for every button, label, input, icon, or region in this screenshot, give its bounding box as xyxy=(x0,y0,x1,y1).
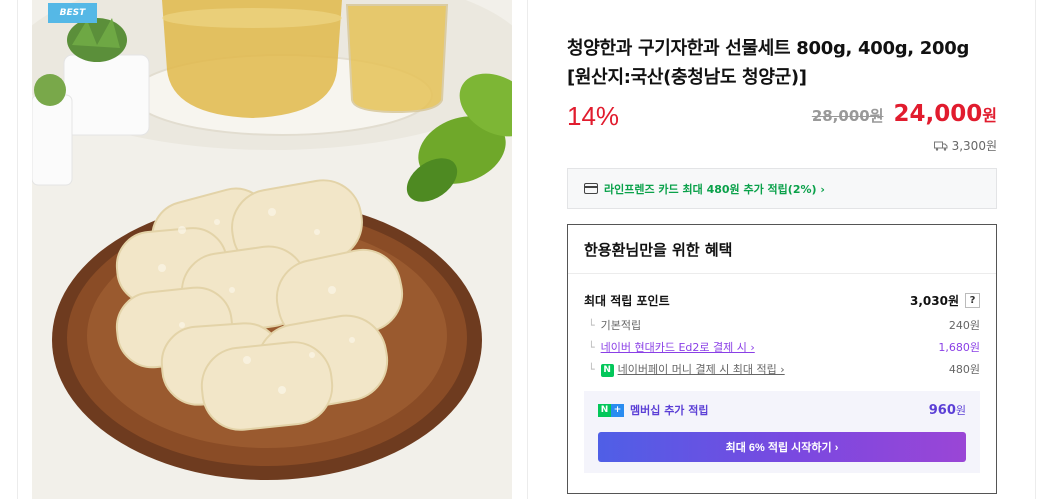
membership-box: N + 멤버십 추가 적립 960원 최대 6% 적립 시작하기 › xyxy=(584,391,980,473)
original-price: 28,000원 xyxy=(811,107,884,125)
points-row-card[interactable]: └ 네이버 현대카드 Ed2로 결제 시 › 1,680원 xyxy=(584,339,980,355)
npay-link[interactable]: 네이버페이 머니 결제 시 최대 적립 › xyxy=(618,363,785,376)
max-points-value: 3,030원 xyxy=(910,294,959,308)
branch-icon: └ xyxy=(588,363,595,376)
benefit-heading: 한용환님만을 위한 혜택 xyxy=(568,225,996,274)
max-points-label: 최대 적립 포인트 xyxy=(584,294,670,308)
product-photo xyxy=(32,0,512,499)
points-row-value: 480원 xyxy=(948,363,980,376)
points-row-basic: └ 기본적립 240원 xyxy=(584,317,980,333)
divider xyxy=(527,0,528,499)
hyundai-card-link[interactable]: 네이버 현대카드 Ed2로 결제 시 › xyxy=(601,341,755,354)
help-icon[interactable]: ? xyxy=(965,293,980,308)
membership-amount-unit: 원 xyxy=(955,404,966,417)
branch-icon: └ xyxy=(588,319,595,332)
npay-icon: N xyxy=(600,363,614,377)
discount-rate: 14% xyxy=(567,101,620,131)
truck-icon xyxy=(933,141,948,151)
points-row-value: 240원 xyxy=(948,319,980,332)
membership-label: 멤버십 추가 적립 xyxy=(630,404,709,417)
points-row-value: 1,680원 xyxy=(938,341,980,354)
branch-icon: └ xyxy=(588,341,595,354)
benefit-box: 한용환님만을 위한 혜택 최대 적립 포인트 3,030원 ? └ 기본적립 24… xyxy=(567,224,997,494)
credit-card-icon xyxy=(584,183,598,194)
shipping-fee: 3,300원 xyxy=(933,137,997,154)
sale-price: 24,000원 xyxy=(894,101,998,127)
best-badge: BEST xyxy=(48,3,97,23)
membership-amount-value: 960 xyxy=(928,403,956,418)
naver-plus-icon: N + xyxy=(598,403,624,417)
card-promo-text: 라인프렌즈 카드 최대 480원 추가 적립(2%) › xyxy=(604,182,825,196)
membership-start-button[interactable]: 최대 6% 적립 시작하기 › xyxy=(598,432,966,462)
max-points-row: 최대 적립 포인트 3,030원 ? xyxy=(584,292,980,309)
price-group: 28,000원 24,000원 xyxy=(812,101,997,127)
product-title: 청양한과 구기자한과 선물세트 800g, 400g, 200g [원산지:국산… xyxy=(567,38,970,88)
points-row-label: 기본적립 xyxy=(600,319,642,332)
right-border xyxy=(1035,0,1036,499)
sale-price-value: 24,000 xyxy=(893,101,983,127)
sale-price-unit: 원 xyxy=(982,106,997,125)
shipping-fee-value: 3,300원 xyxy=(951,139,997,153)
card-promo-link[interactable]: 라인프렌즈 카드 최대 480원 추가 적립(2%) › xyxy=(567,168,997,209)
left-border xyxy=(17,0,18,499)
product-image[interactable]: BEST xyxy=(32,0,512,499)
points-row-npay[interactable]: └ N 네이버페이 머니 결제 시 최대 적립 › 480원 xyxy=(584,361,980,377)
membership-amount: 960원 xyxy=(929,402,966,418)
